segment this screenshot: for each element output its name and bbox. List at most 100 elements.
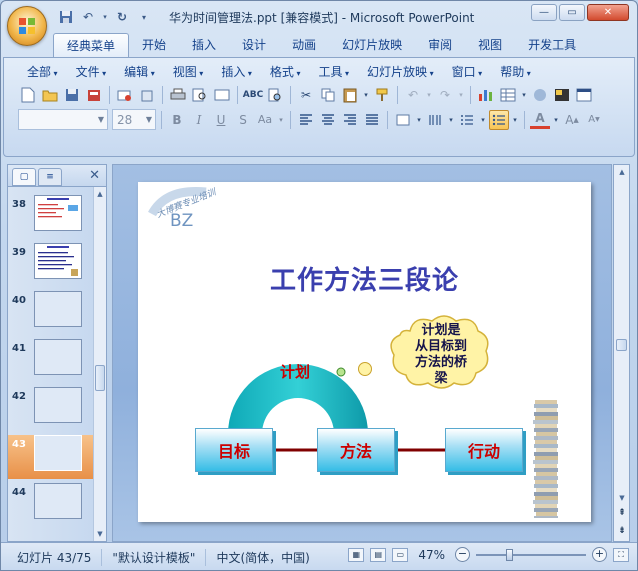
font-color-dropdown-icon[interactable]: ▾ [552, 110, 560, 130]
text-direction-icon[interactable] [393, 110, 413, 130]
minimize-button[interactable]: — [531, 4, 557, 21]
office-button[interactable] [7, 6, 47, 46]
slide-canvas[interactable]: 大博赛专业培训 BZ 工作方法三段论 计划是 从目标到 方法的桥 梁 计划 目标… [138, 182, 591, 522]
menu-window[interactable]: 窗口 [443, 63, 492, 80]
format-painter-icon[interactable] [372, 85, 392, 105]
columns-icon[interactable] [425, 110, 445, 130]
numbering-icon[interactable] [457, 110, 477, 130]
attach-icon[interactable] [137, 85, 157, 105]
slide-thumbnail-43[interactable]: 43 [8, 435, 94, 479]
bold-icon[interactable]: B [167, 110, 187, 130]
shadow-icon[interactable]: S [233, 110, 253, 130]
fit-to-window-icon[interactable]: ⛶ [613, 547, 629, 562]
char-spacing-icon[interactable]: Aa [255, 110, 275, 130]
previous-slide-icon[interactable]: ⇞ [615, 505, 629, 521]
justify-icon[interactable] [362, 110, 382, 130]
underline-icon[interactable]: U [211, 110, 231, 130]
slideshow-view-icon[interactable]: ▭ [392, 547, 409, 562]
slide-thumbnail-41[interactable]: 41 [8, 339, 94, 383]
tab-animation[interactable]: 动画 [279, 33, 329, 57]
insert-chart-icon[interactable] [476, 85, 496, 105]
cloud-text[interactable]: 计划是 从目标到 方法的桥 梁 [398, 323, 484, 387]
slide-scrollbar[interactable]: ▲ ▼ ⇞ ⇟ [613, 164, 630, 542]
scroll-thumb[interactable] [95, 365, 105, 391]
zoom-slider[interactable] [476, 548, 586, 561]
menu-edit[interactable]: 编辑 [115, 63, 164, 80]
slide-thumbnail-40[interactable]: 40 [8, 291, 94, 335]
undo-dropdown-icon[interactable]: ▾ [101, 8, 109, 26]
goal-box[interactable]: 目标 [195, 428, 273, 472]
next-slide-icon[interactable]: ⇟ [615, 523, 629, 539]
tab-developer[interactable]: 开发工具 [515, 33, 589, 57]
menu-file[interactable]: 文件 [67, 63, 116, 80]
italic-icon[interactable]: I [189, 110, 209, 130]
spelling-icon[interactable]: ABC [243, 85, 263, 105]
shrink-font-icon[interactable]: A ▼ [584, 110, 604, 130]
slide-thumbnail-44[interactable]: 44 [8, 483, 94, 527]
bullets-dropdown-icon[interactable]: ▾ [511, 110, 519, 130]
print-preview-icon[interactable] [190, 85, 210, 105]
action-box[interactable]: 行动 [445, 428, 523, 472]
copy-icon[interactable] [318, 85, 338, 105]
scroll-up-icon[interactable]: ▲ [615, 165, 629, 179]
zoom-in-icon[interactable]: + [592, 547, 607, 562]
customize-qat-icon[interactable]: ▾ [135, 8, 153, 26]
slide-design-icon[interactable] [574, 85, 594, 105]
zoom-level[interactable]: 47% [418, 548, 445, 562]
scroll-down-icon[interactable]: ▼ [94, 527, 106, 541]
align-center-icon[interactable] [318, 110, 338, 130]
menu-slideshow[interactable]: 幻灯片放映 [358, 63, 443, 80]
plan-label[interactable]: 计划 [280, 361, 310, 382]
tab-slideshow[interactable]: 幻灯片放映 [329, 33, 415, 57]
research-icon[interactable] [265, 85, 285, 105]
undo-list-icon[interactable]: ▾ [425, 85, 433, 105]
new-icon[interactable] [18, 85, 38, 105]
maximize-button[interactable]: ▭ [559, 4, 585, 21]
menu-tools[interactable]: 工具 [309, 63, 358, 80]
menu-format[interactable]: 格式 [261, 63, 310, 80]
slide-thumbnail-38[interactable]: 38 [8, 195, 94, 239]
mail-icon[interactable] [115, 85, 135, 105]
char-spacing-dropdown-icon[interactable]: ▾ [277, 110, 285, 130]
text-direction-dropdown-icon[interactable]: ▾ [415, 110, 423, 130]
scroll-down-icon[interactable]: ▼ [615, 491, 629, 505]
numbering-dropdown-icon[interactable]: ▾ [479, 110, 487, 130]
close-button[interactable]: ✕ [587, 4, 629, 21]
slides-scrollbar[interactable]: ▲ ▼ [93, 187, 106, 541]
slide-thumbnail-42[interactable]: 42 [8, 387, 94, 431]
font-color-icon[interactable]: A [530, 111, 550, 129]
menu-all[interactable]: 全部 [18, 63, 67, 80]
table-dropdown-icon[interactable]: ▾ [520, 85, 528, 105]
method-box[interactable]: 方法 [317, 428, 395, 472]
language-indicator[interactable]: 中文(简体，中国) [206, 549, 319, 566]
tab-classic-menu[interactable]: 经典菜单 [53, 33, 130, 57]
slides-tab-icon[interactable]: ▢ [12, 168, 36, 186]
save-toolbar-icon[interactable] [62, 85, 82, 105]
slide-sorter-icon[interactable]: ▤ [370, 547, 387, 562]
color-grayscale-icon[interactable] [552, 85, 572, 105]
slide-thumbnail-39[interactable]: 39 [8, 243, 94, 287]
undo-toolbar-icon[interactable]: ↶ [403, 85, 423, 105]
columns-dropdown-icon[interactable]: ▾ [447, 110, 455, 130]
font-size-combo[interactable]: 28 ▼ [112, 109, 156, 130]
permission-icon[interactable] [84, 85, 104, 105]
redo-icon[interactable]: ↻ [113, 8, 131, 26]
zoom-out-icon[interactable]: − [455, 547, 470, 562]
open-icon[interactable] [40, 85, 60, 105]
tab-insert[interactable]: 插入 [179, 33, 229, 57]
tab-view[interactable]: 视图 [465, 33, 515, 57]
menu-view[interactable]: 视图 [164, 63, 213, 80]
redo-list-icon[interactable]: ▾ [457, 85, 465, 105]
tab-review[interactable]: 审阅 [415, 33, 465, 57]
grow-font-icon[interactable]: A ▲ [562, 110, 582, 130]
align-left-icon[interactable] [296, 110, 316, 130]
font-name-combo[interactable]: ▼ [18, 109, 108, 130]
tab-design[interactable]: 设计 [229, 33, 279, 57]
zoom-slider-knob[interactable] [506, 548, 513, 561]
insert-clipart-icon[interactable] [530, 85, 550, 105]
save-icon[interactable] [57, 8, 75, 26]
redo-toolbar-icon[interactable]: ↷ [435, 85, 455, 105]
scroll-up-icon[interactable]: ▲ [94, 187, 106, 201]
print-icon[interactable] [168, 85, 188, 105]
paste-icon[interactable] [340, 85, 360, 105]
